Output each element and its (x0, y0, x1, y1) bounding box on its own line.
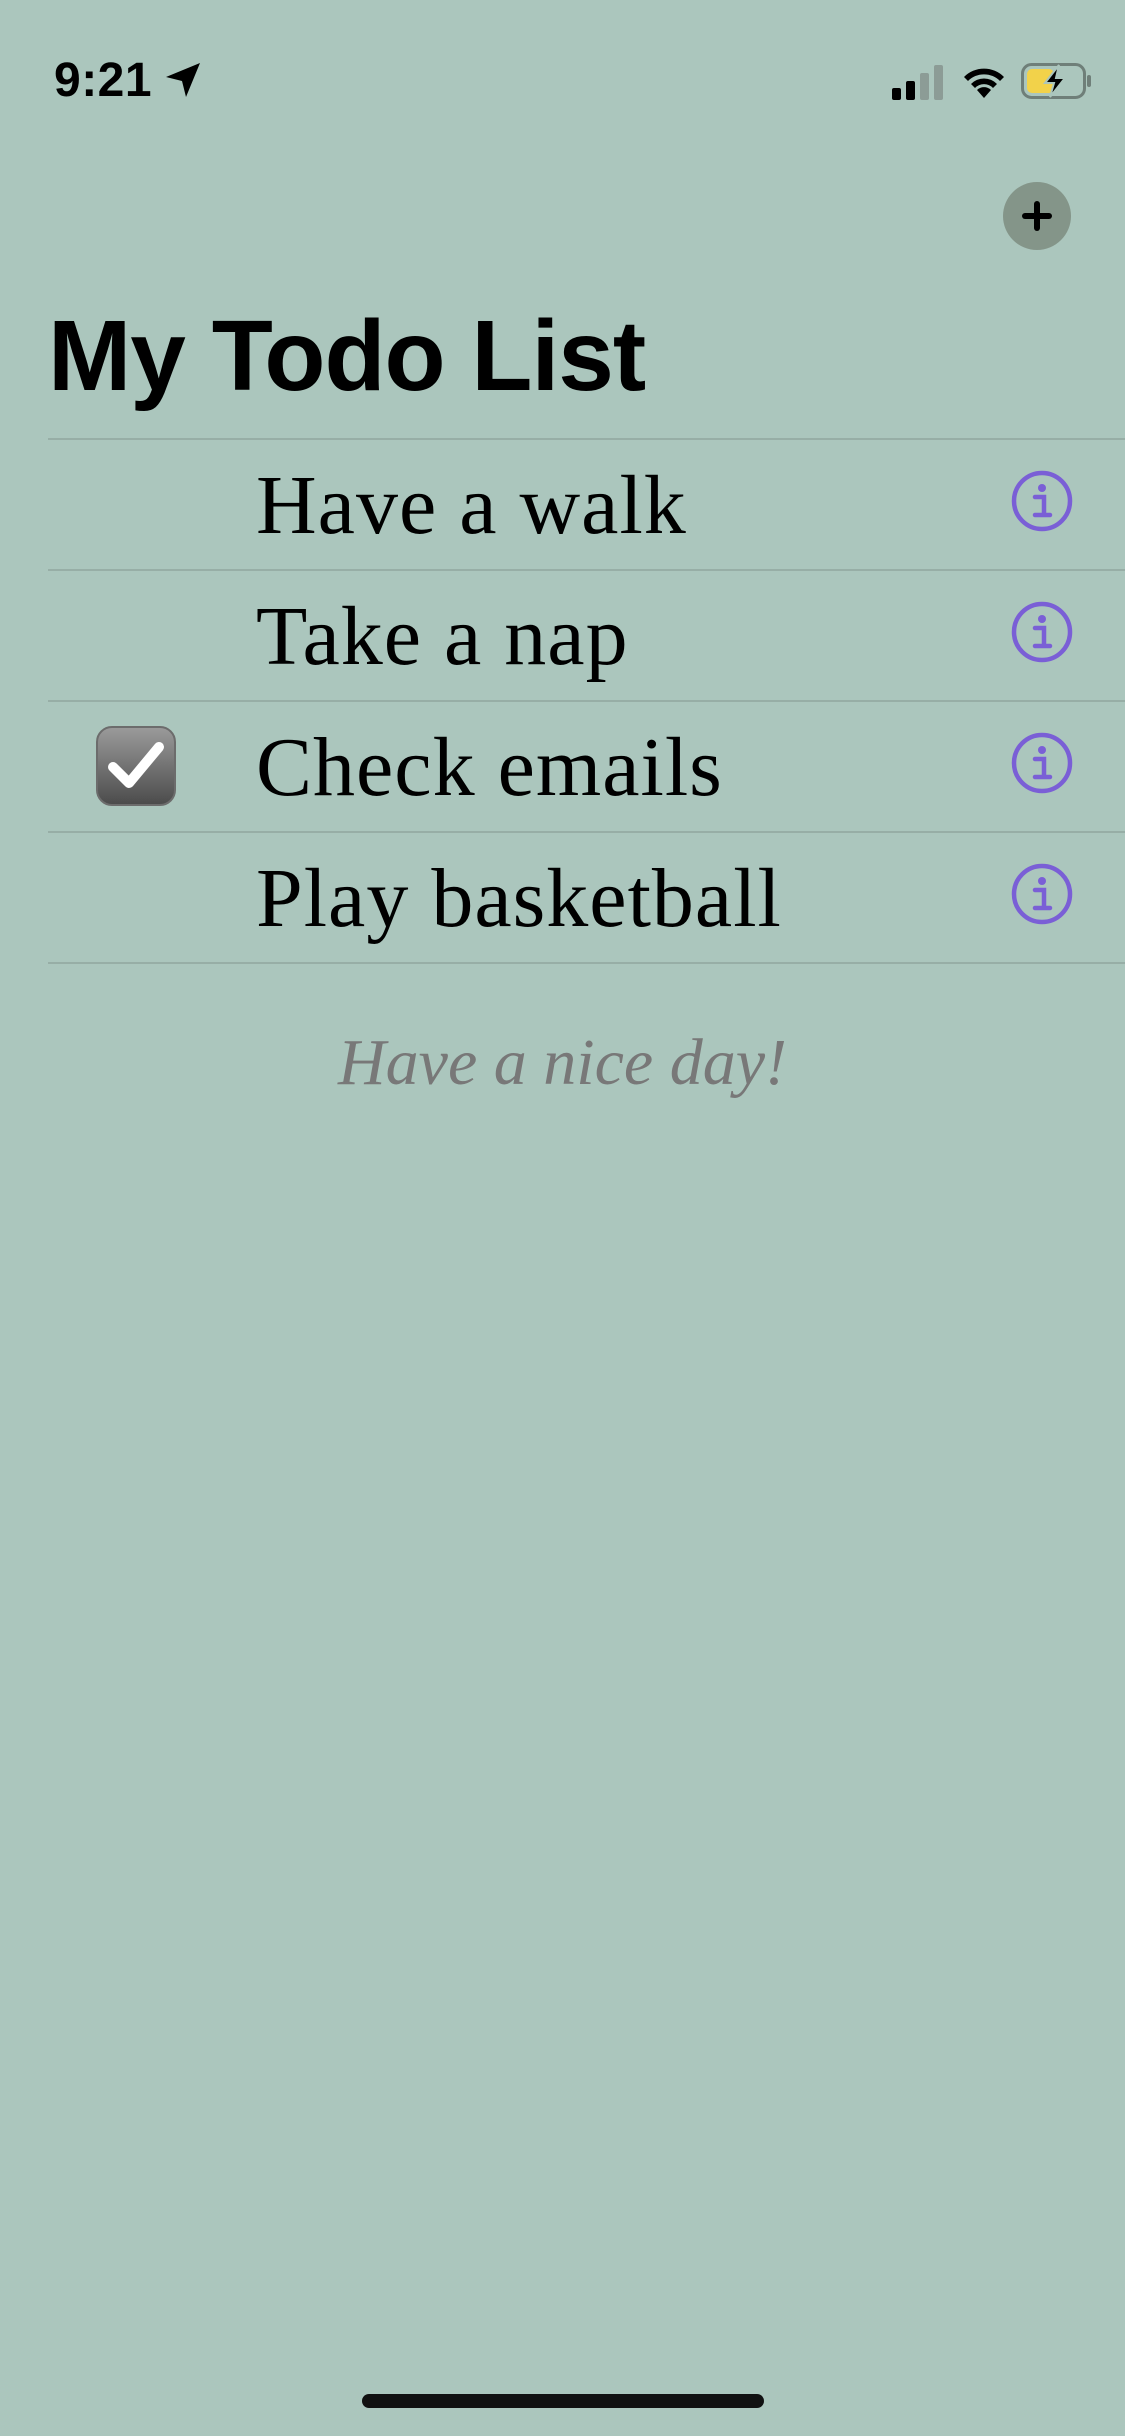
todo-row[interactable]: Have a walk (48, 440, 1125, 571)
status-time: 9:21 (54, 54, 153, 107)
todo-label: Play basketball (256, 852, 782, 945)
todo-label: Take a nap (256, 590, 629, 683)
add-todo-button[interactable] (1003, 182, 1071, 250)
todo-row[interactable]: Check emails (48, 702, 1125, 833)
info-button[interactable] (1011, 863, 1073, 925)
todo-list: Have a walk Take a nap Check emails Play… (48, 438, 1125, 964)
checkmark-icon (108, 742, 164, 788)
todo-row[interactable]: Play basketball (48, 833, 1125, 964)
plus-icon (1022, 201, 1052, 231)
home-indicator[interactable] (362, 2394, 764, 2408)
todo-checkbox-checked[interactable] (96, 726, 176, 806)
location-arrow-icon (166, 63, 200, 97)
page-title: My Todo List (48, 300, 646, 412)
info-icon (1011, 470, 1073, 532)
status-bar: 9:21 (0, 0, 1125, 150)
info-button[interactable] (1011, 732, 1073, 794)
info-button[interactable] (1011, 601, 1073, 663)
todo-row[interactable]: Take a nap (48, 571, 1125, 702)
wifi-icon (964, 68, 1004, 98)
battery-charging-icon (1021, 63, 1091, 99)
info-icon (1011, 863, 1073, 925)
todo-label: Check emails (256, 721, 723, 814)
cellular-signal-icon (892, 65, 943, 100)
footer-message: Have a nice day! (338, 1026, 787, 1099)
todo-label: Have a walk (256, 459, 687, 552)
info-icon (1011, 732, 1073, 794)
info-button[interactable] (1011, 470, 1073, 532)
info-icon (1011, 601, 1073, 663)
